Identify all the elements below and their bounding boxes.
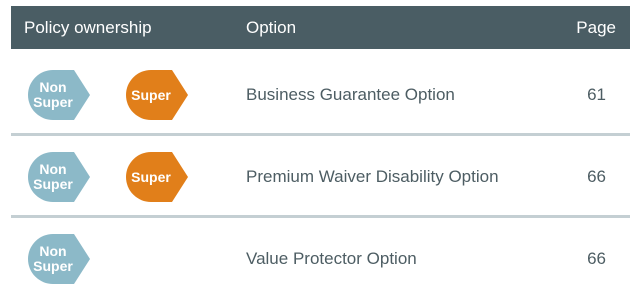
non-super-badge: Non Super <box>24 234 94 284</box>
table-row: Non Super Value Protector Option 66 <box>11 221 630 296</box>
badge-label-line1: Non <box>39 161 67 177</box>
badge-label-line2: Super <box>33 94 73 110</box>
option-name: Value Protector Option <box>246 249 417 268</box>
row-divider <box>11 133 630 136</box>
badge-label-line1: Non <box>39 243 67 259</box>
header-option: Option <box>246 18 297 37</box>
non-super-badge: Non Super <box>24 70 94 120</box>
super-badge: Super <box>122 70 192 120</box>
badge-label: Super <box>131 86 171 103</box>
super-badge: Super <box>122 152 192 202</box>
badge-label: Super <box>131 168 171 185</box>
badge-label-line2: Super <box>33 258 73 274</box>
badge-label-line2: Super <box>33 176 73 192</box>
page-number: 66 <box>587 249 606 268</box>
page-number: 66 <box>587 167 606 186</box>
table-row: Non Super Super Premium Waiver Disabilit… <box>11 139 630 214</box>
table-row: Non Super Super Business Guarantee Optio… <box>11 57 630 132</box>
page-number: 61 <box>587 85 606 104</box>
table-header: Policy ownership Option Page <box>11 6 630 49</box>
option-name: Premium Waiver Disability Option <box>246 167 499 186</box>
non-super-badge: Non Super <box>24 152 94 202</box>
header-page: Page <box>576 18 616 37</box>
badge-label-line1: Non <box>39 79 67 95</box>
option-name: Business Guarantee Option <box>246 85 455 104</box>
header-policy-ownership: Policy ownership <box>24 18 152 37</box>
options-table: Policy ownership Option Page Non Super S… <box>11 0 630 298</box>
row-divider <box>11 215 630 218</box>
